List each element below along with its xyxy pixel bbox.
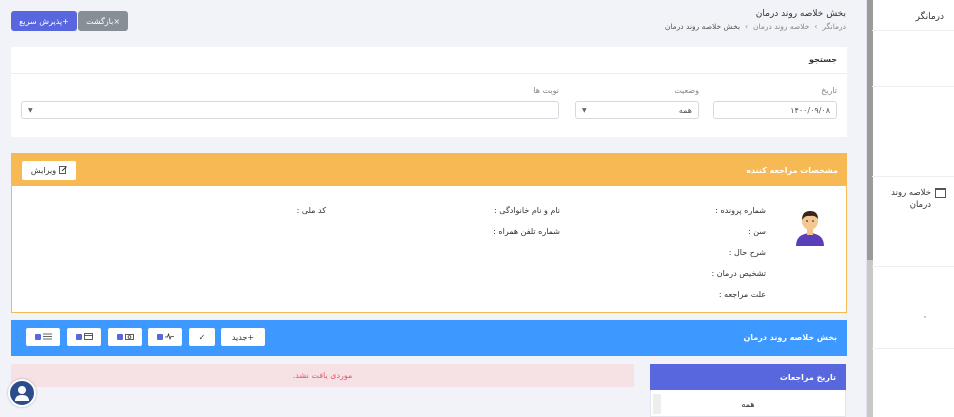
treatment-title: بخش خلاصه روند درمان (743, 333, 837, 342)
sidebar-dot (924, 316, 926, 318)
shifts-label: نوبت ها (533, 86, 559, 95)
confirm-button[interactable]: ✓ (189, 328, 215, 346)
sidebar-divider (872, 30, 954, 31)
divider (11, 73, 847, 74)
shifts-select[interactable]: ▼ (21, 101, 559, 119)
user-icon (15, 386, 29, 401)
card-icon (83, 332, 93, 342)
quick-admission-button[interactable]: +پذیرش سریع (11, 11, 77, 31)
list-dropdown-button[interactable] (26, 328, 60, 346)
back-button[interactable]: ×بازگشت (78, 11, 128, 31)
status-select[interactable]: همه ▼ (575, 101, 699, 119)
date-label: تاریخ (821, 86, 837, 95)
patient-card-title: مشخصات مراجعه کننده (746, 166, 838, 175)
patient-card-header: مشخصات مراجعه کننده ویرایش (12, 154, 846, 186)
sidebar-item-label: خلاصه روند درمان (891, 188, 931, 210)
sidebar-divider (872, 176, 954, 177)
archive-icon (935, 188, 946, 198)
full-name-field: نام و نام خانوادگی : (494, 206, 560, 215)
list-icon (42, 333, 52, 342)
visit-history-header: تاریخ مراجعات (650, 364, 846, 390)
page-title: بخش خلاصه روند درمان (755, 9, 846, 19)
history-field: شرح حال : (728, 248, 766, 257)
page-scrollbar[interactable] (867, 0, 873, 417)
sidebar-divider (872, 266, 954, 267)
new-button[interactable]: +جدید (221, 328, 265, 346)
chevron-down-icon (34, 334, 41, 340)
chevron-down-icon (75, 334, 82, 340)
card-dropdown-button[interactable] (67, 328, 101, 346)
camera-dropdown-button[interactable] (108, 328, 142, 346)
breadcrumb-item[interactable]: خلاصه روند درمان (753, 22, 809, 31)
vitals-dropdown-button[interactable] (148, 328, 182, 346)
date-value: ۱۴۰۰/۰۹/۰۸ (790, 105, 830, 115)
chevron-down-icon (156, 334, 163, 340)
breadcrumb-item[interactable]: درمانگر (822, 22, 846, 31)
mobile-field: شماره تلفن همراه : (493, 227, 560, 236)
sidebar-divider (872, 86, 954, 87)
national-code-field: کد ملی : (296, 206, 326, 215)
treatment-toolbar: بخش خلاصه روند درمان +جدید ✓ (11, 320, 847, 356)
status-value: همه (678, 105, 692, 115)
visit-history-list[interactable]: همه (650, 390, 846, 417)
empty-alert: موردی یافت نشد. (11, 364, 634, 387)
support-chat-button[interactable] (8, 379, 36, 407)
sidebar: درمانگر خلاصه روند درمان (866, 0, 954, 417)
list-item[interactable]: همه (651, 400, 845, 409)
pulse-icon (164, 332, 174, 342)
check-icon: ✓ (198, 332, 206, 342)
breadcrumb-separator: › (745, 22, 749, 31)
patient-avatar (794, 206, 826, 246)
visit-history: تاریخ مراجعات همه (650, 364, 846, 417)
sidebar-item-treatment-summary[interactable]: خلاصه روند درمان (874, 187, 946, 211)
breadcrumb-current: بخش خلاصه روند درمان (664, 22, 741, 31)
edit-label: ویرایش (30, 166, 57, 175)
sidebar-divider (872, 348, 954, 349)
status-label: وضعیت (674, 86, 699, 95)
scrollbar-thumb[interactable] (867, 0, 873, 260)
file-number-field: شماره پرونده : (715, 206, 766, 215)
camera-icon (124, 333, 134, 342)
edit-button[interactable]: ویرایش (22, 161, 76, 180)
patient-card: مشخصات مراجعه کننده ویرایش شماره پرونده … (11, 153, 847, 313)
search-card: جستجو تاریخ ۱۴۰۰/۰۹/۰۸ وضعیت همه ▼ نوبت … (11, 47, 847, 137)
chevron-down-icon: ▼ (28, 106, 33, 114)
search-title: جستجو (809, 55, 837, 64)
breadcrumb: درمانگر › خلاصه روند درمان › بخش خلاصه ر… (665, 22, 846, 31)
chevron-down-icon: ▼ (582, 106, 587, 114)
sidebar-brand[interactable]: درمانگر (916, 12, 944, 22)
chevron-down-icon (116, 334, 123, 340)
diagnosis-field: تشخیص درمان : (711, 269, 766, 278)
date-field[interactable]: ۱۴۰۰/۰۹/۰۸ (713, 101, 837, 119)
reason-field: علت مراجعه : (718, 290, 766, 299)
visit-history-title: تاریخ مراجعات (779, 373, 836, 382)
edit-icon (59, 165, 67, 176)
age-field: سن : (747, 227, 766, 236)
breadcrumb-separator: › (814, 22, 818, 31)
